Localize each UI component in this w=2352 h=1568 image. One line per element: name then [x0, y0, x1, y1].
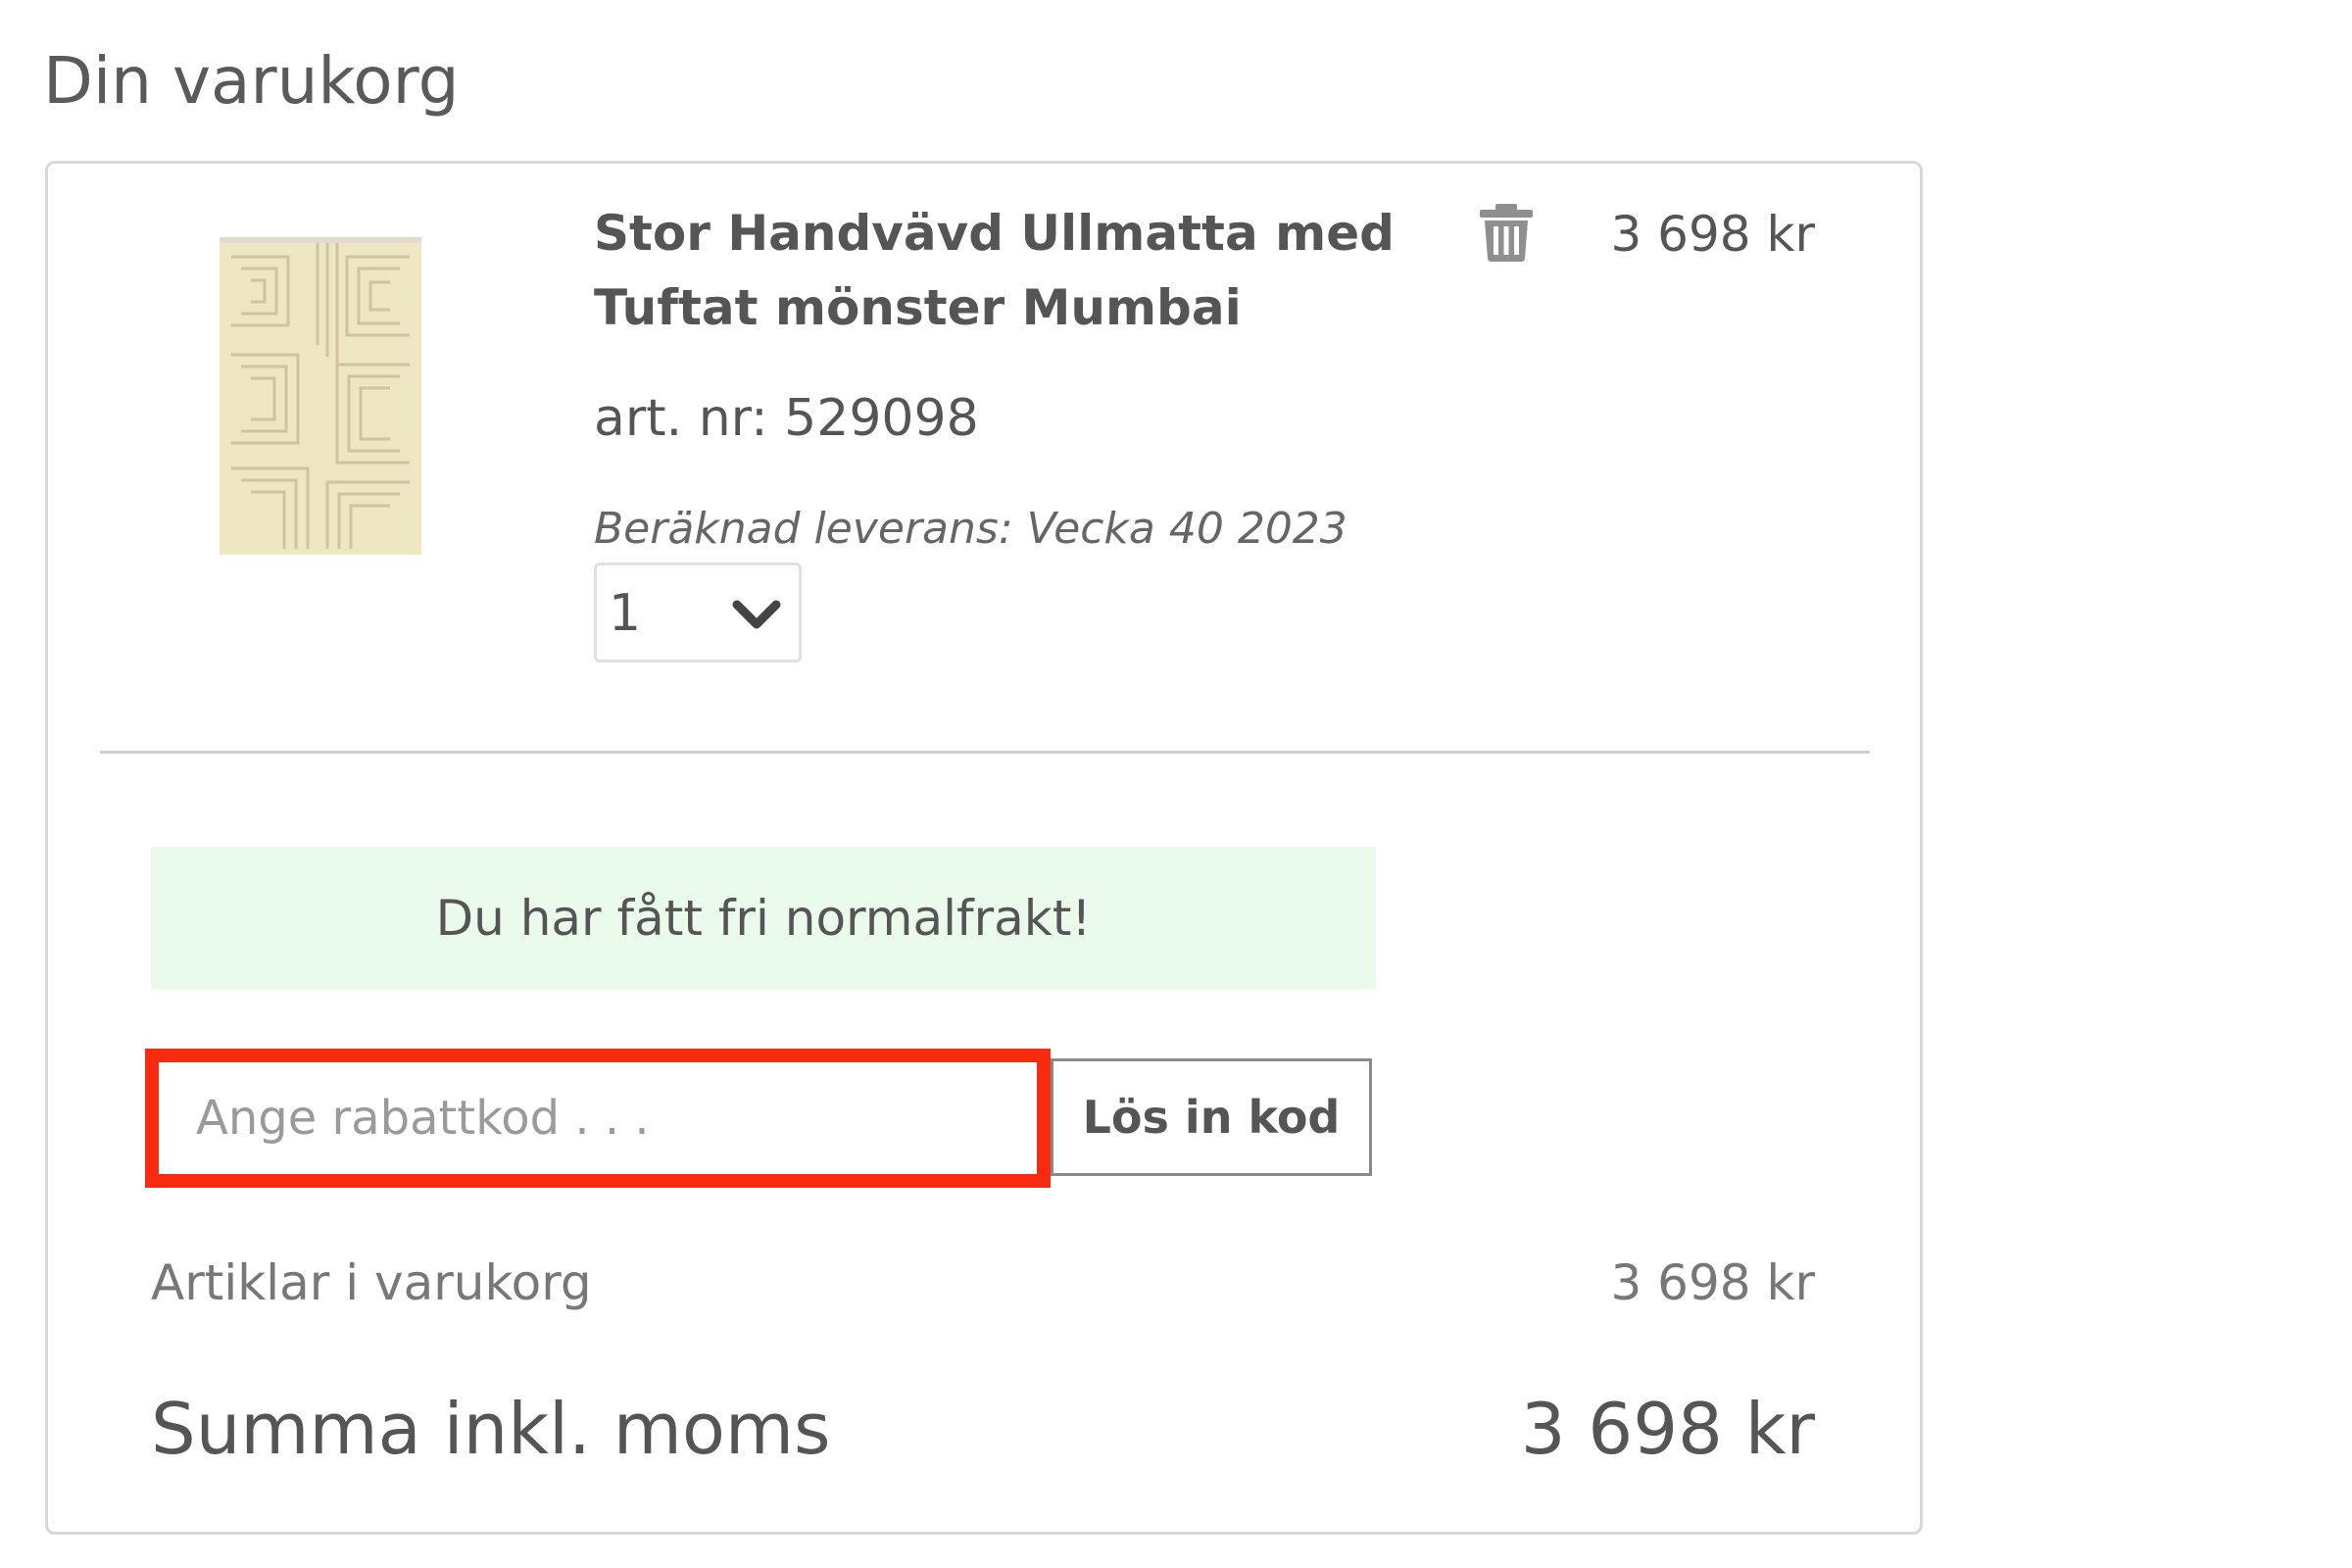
- article-number: art. nr: 529098: [594, 389, 979, 448]
- product-image[interactable]: [220, 237, 421, 555]
- quantity-select[interactable]: 1: [594, 563, 802, 662]
- free-shipping-banner: Du har fått fri normalfrakt!: [151, 847, 1376, 990]
- subtotal-value: 3 698 kr: [1610, 1254, 1815, 1311]
- total-value: 3 698 kr: [1520, 1388, 1815, 1470]
- delivery-estimate: Beräknad leverans: Vecka 40 2023: [594, 504, 1348, 554]
- quantity-value: 1: [609, 584, 642, 643]
- remove-item-button[interactable]: [1476, 202, 1537, 263]
- subtotal-label: Artiklar i varukorg: [151, 1254, 592, 1311]
- chevron-down-icon: [732, 599, 781, 632]
- product-name[interactable]: Stor Handvävd Ullmatta med Tuftat mönste…: [594, 196, 1397, 345]
- rug-pattern: [220, 237, 421, 555]
- redeem-code-button[interactable]: Lös in kod: [1051, 1058, 1372, 1176]
- total-label: Summa inkl. moms: [151, 1388, 831, 1470]
- item-price: 3 698 kr: [1610, 206, 1815, 263]
- trash-icon: [1480, 204, 1533, 262]
- divider: [100, 751, 1870, 754]
- free-shipping-text: Du har fått fri normalfrakt!: [435, 890, 1092, 947]
- discount-input-highlight: [145, 1049, 1051, 1188]
- page-title: Din varukorg: [43, 43, 460, 119]
